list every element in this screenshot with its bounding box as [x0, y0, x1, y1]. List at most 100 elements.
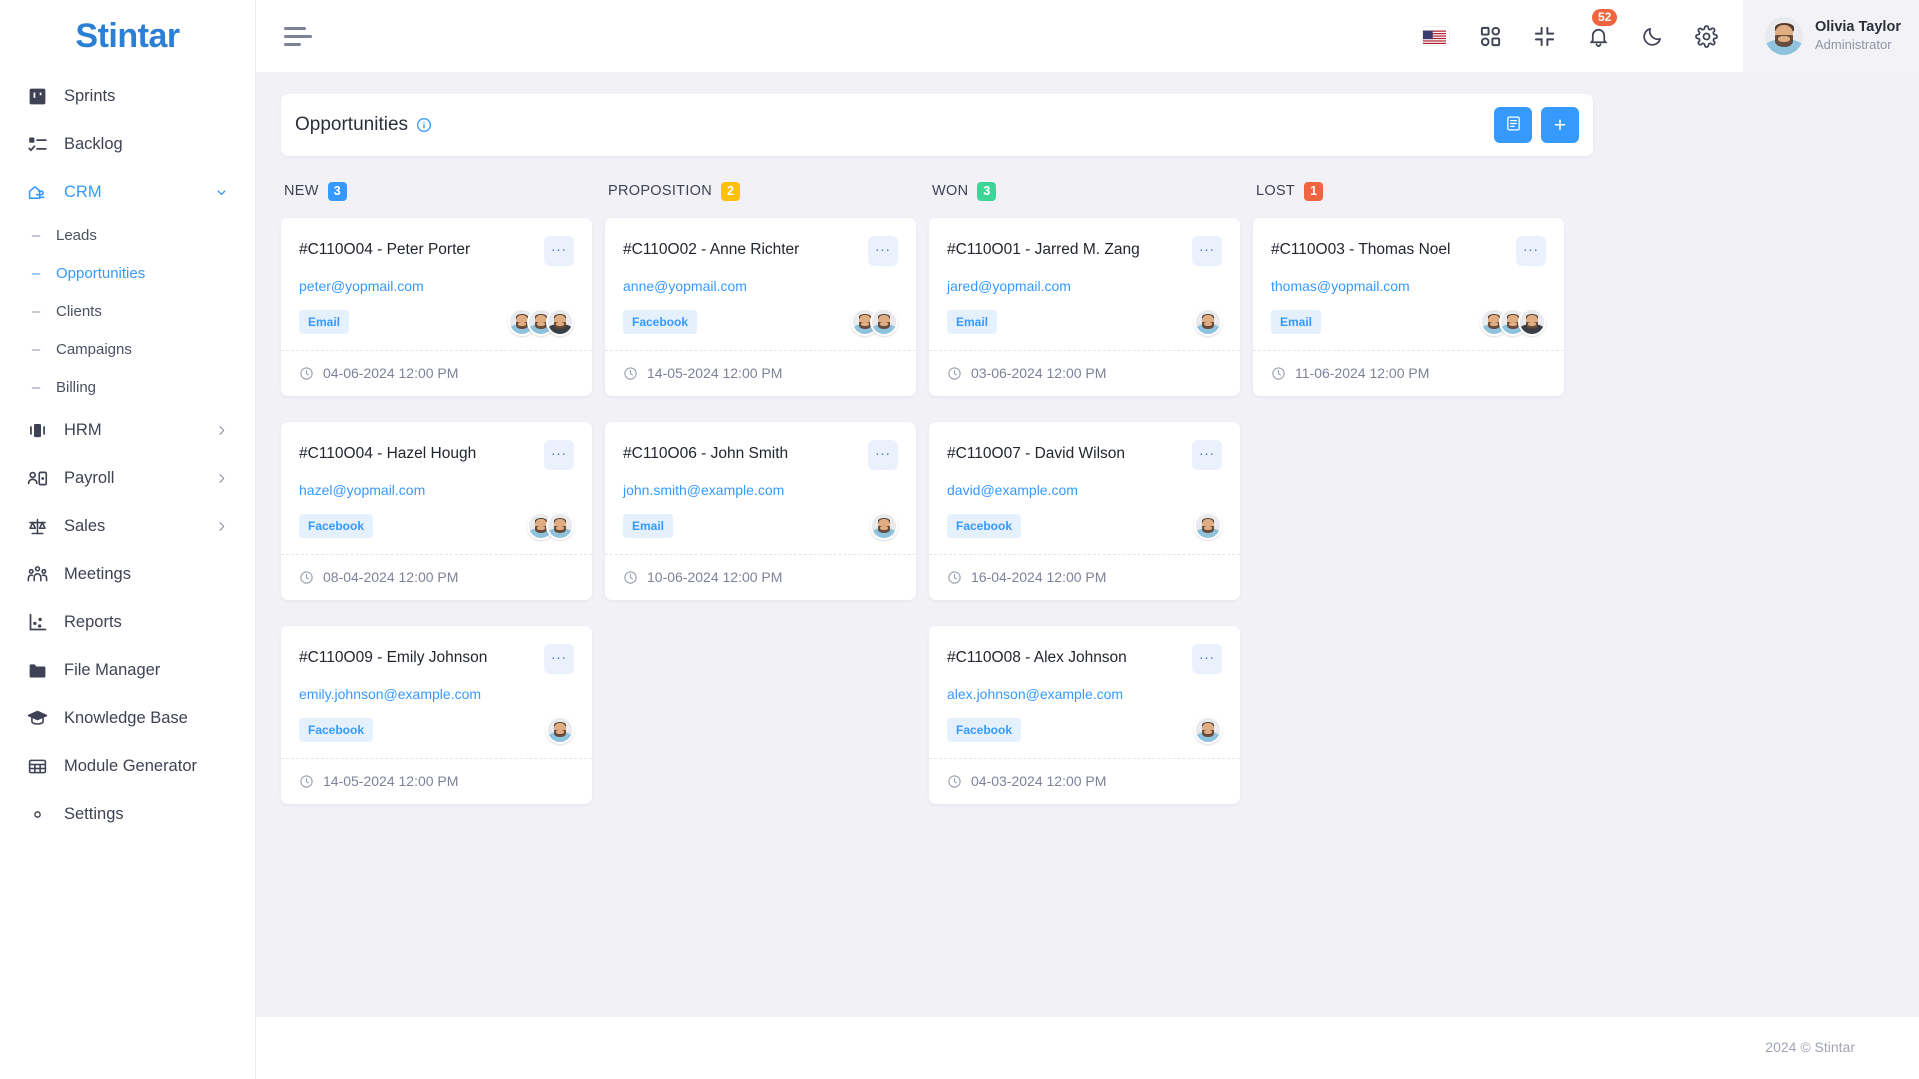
brand-logo[interactable]: Stintar [0, 0, 255, 72]
sidebar-subitem-opportunities[interactable]: – Opportunities [0, 254, 255, 292]
chevron-right-icon[interactable] [215, 423, 229, 437]
sidebar-item-backlog[interactable]: Backlog [0, 120, 255, 168]
info-icon[interactable] [416, 117, 432, 133]
sidebar-item-sprints[interactable]: Sprints [0, 72, 255, 120]
user-profile[interactable]: Olivia Taylor Administrator [1743, 0, 1919, 72]
gear-icon[interactable] [1693, 23, 1719, 49]
dash-icon: – [31, 264, 41, 282]
card-source-tag: Email [299, 310, 350, 334]
card-email[interactable]: alex.johnson@example.com [947, 686, 1222, 702]
sidebar-item-file-manager[interactable]: File Manager [0, 646, 255, 694]
clock-icon [299, 366, 314, 381]
card-menu-button[interactable]: ... [1516, 236, 1546, 266]
clock-icon [299, 774, 314, 789]
list-view-button[interactable] [1494, 107, 1532, 143]
card-menu-button[interactable]: ... [544, 644, 574, 674]
assignee-avatar[interactable] [1194, 308, 1222, 336]
card-date: 14-05-2024 12:00 PM [323, 773, 459, 789]
card-email[interactable]: thomas@yopmail.com [1271, 278, 1546, 294]
opportunity-card[interactable]: #C110O08 - Alex Johnson... alex.johnson@e… [929, 626, 1240, 804]
chevron-right-icon[interactable] [215, 471, 229, 485]
chevron-right-icon[interactable] [215, 519, 229, 533]
card-menu-button[interactable]: ... [1192, 236, 1222, 266]
card-body: #C110O03 - Thomas Noel... thomas@yopmail.… [1253, 218, 1564, 350]
sidebar-item-crm[interactable]: CRM [0, 168, 255, 216]
sidebar-item-settings[interactable]: Settings [0, 790, 255, 838]
card-top: #C110O03 - Thomas Noel... [1271, 236, 1546, 266]
add-opportunity-button[interactable]: + [1541, 107, 1579, 143]
card-menu-button[interactable]: ... [1192, 644, 1222, 674]
card-menu-button[interactable]: ... [544, 236, 574, 266]
opportunity-card[interactable]: #C110O02 - Anne Richter... anne@yopmail.c… [605, 218, 916, 396]
apps-grid-icon[interactable] [1477, 23, 1503, 49]
card-email[interactable]: hazel@yopmail.com [299, 482, 574, 498]
clock-icon [947, 366, 962, 381]
page-actions: + [1494, 107, 1579, 143]
card-email[interactable]: anne@yopmail.com [623, 278, 898, 294]
card-email[interactable]: jared@yopmail.com [947, 278, 1222, 294]
chevron-down-icon[interactable] [215, 185, 229, 199]
sidebar-item-label: Meetings [64, 564, 131, 583]
card-source-tag: Facebook [623, 310, 698, 334]
moon-icon[interactable] [1639, 23, 1665, 49]
kanban-board: NEW 3 #C110O04 - Peter Porter... peter@yopm… [281, 178, 1593, 830]
hamburger-icon[interactable] [284, 21, 314, 51]
sidebar-item-knowledge-base[interactable]: Knowledge Base [0, 694, 255, 742]
assignee-avatar[interactable] [870, 308, 898, 336]
card-top: #C110O02 - Anne Richter... [623, 236, 898, 266]
opportunity-card[interactable]: #C110O04 - Hazel Hough... hazel@yopmail.c… [281, 422, 592, 600]
kanban-column-name: PROPOSITION [608, 183, 713, 199]
card-menu-button[interactable]: ... [544, 440, 574, 470]
sidebar-item-reports[interactable]: Reports [0, 598, 255, 646]
sidebar-item-meetings[interactable]: Meetings [0, 550, 255, 598]
card-body: #C110O08 - Alex Johnson... alex.johnson@e… [929, 626, 1240, 758]
card-date: 04-03-2024 12:00 PM [971, 773, 1107, 789]
bell-icon[interactable]: 52 [1585, 9, 1618, 49]
payroll-icon [26, 467, 48, 489]
card-top: #C110O04 - Peter Porter... [299, 236, 574, 266]
card-email[interactable]: john.smith@example.com [623, 482, 898, 498]
sidebar-item-sales[interactable]: Sales [0, 502, 255, 550]
sidebar-subitem-label: Opportunities [56, 264, 146, 282]
opportunity-card[interactable]: #C110O03 - Thomas Noel... thomas@yopmail.… [1253, 218, 1564, 396]
sidebar-item-label: Sales [64, 516, 106, 535]
language-flag-us-icon[interactable] [1423, 23, 1449, 49]
assignee-avatar[interactable] [1194, 716, 1222, 744]
kanban-column-count-badge: 3 [327, 181, 347, 201]
card-meta: Facebook [947, 512, 1222, 540]
fullscreen-exit-icon[interactable] [1531, 23, 1557, 49]
kanban-column-header: WON 3 [929, 178, 1240, 204]
assignee-avatar[interactable] [870, 512, 898, 540]
card-email[interactable]: emily.johnson@example.com [299, 686, 574, 702]
app-root: Stintar Sprints Backlog CRM – Leads – Opportun… [0, 0, 1919, 1079]
assignee-avatar[interactable] [546, 308, 574, 336]
opportunity-card[interactable]: #C110O04 - Peter Porter... peter@yopmail.… [281, 218, 592, 396]
grid-table-icon [26, 755, 48, 777]
sidebar-subitem-clients[interactable]: – Clients [0, 292, 255, 330]
opportunity-card[interactable]: #C110O07 - David Wilson... david@example.… [929, 422, 1240, 600]
sidebar-subitem-campaigns[interactable]: – Campaigns [0, 330, 255, 368]
card-date: 08-04-2024 12:00 PM [323, 569, 459, 585]
sidebar-subitem-billing[interactable]: – Billing [0, 368, 255, 406]
assignee-avatar[interactable] [546, 512, 574, 540]
card-title: #C110O04 - Peter Porter [299, 241, 471, 258]
sidebar-subitem-leads[interactable]: – Leads [0, 216, 255, 254]
card-email[interactable]: david@example.com [947, 482, 1222, 498]
sidebar-item-module-generator[interactable]: Module Generator [0, 742, 255, 790]
card-menu-button[interactable]: ... [868, 440, 898, 470]
card-email[interactable]: peter@yopmail.com [299, 278, 574, 294]
opportunity-card[interactable]: #C110O01 - Jarred M. Zang... jared@yopmai… [929, 218, 1240, 396]
card-footer: 16-04-2024 12:00 PM [929, 554, 1240, 600]
assignee-avatar[interactable] [1518, 308, 1546, 336]
card-menu-button[interactable]: ... [868, 236, 898, 266]
assignee-avatar[interactable] [1194, 512, 1222, 540]
card-menu-button[interactable]: ... [1192, 440, 1222, 470]
sidebar-item-payroll[interactable]: Payroll [0, 454, 255, 502]
assignee-avatar[interactable] [546, 716, 574, 744]
sidebar-item-label: Sprints [64, 86, 116, 105]
sidebar-item-hrm[interactable]: HRM [0, 406, 255, 454]
opportunity-card[interactable]: #C110O06 - John Smith... john.smith@examp… [605, 422, 916, 600]
opportunity-card[interactable]: #C110O09 - Emily Johnson... emily.johnson… [281, 626, 592, 804]
page-header-card: Opportunities + [281, 94, 1593, 156]
card-body: #C110O09 - Emily Johnson... emily.johnson… [281, 626, 592, 758]
